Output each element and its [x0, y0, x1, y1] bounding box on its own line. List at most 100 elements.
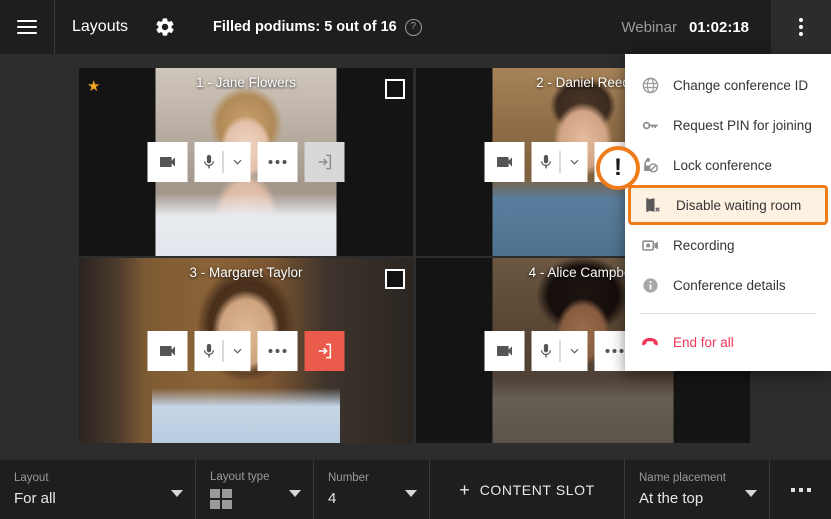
menu-item-conference-details[interactable]: Conference details — [625, 265, 831, 305]
lock-off-icon — [639, 154, 661, 176]
layout-select[interactable]: Layout For all — [0, 460, 196, 519]
microphone-toggle-button[interactable] — [195, 331, 223, 371]
microphone-icon — [203, 154, 214, 169]
menu-item-label: Recording — [673, 237, 735, 253]
layout-type-select[interactable]: Layout type — [196, 460, 314, 519]
camera-toggle-button[interactable] — [147, 330, 188, 371]
globe-icon — [639, 74, 661, 96]
participant-tile[interactable]: ★ 1 - Jane Flowers — [79, 68, 413, 256]
menu-item-label: Change conference ID — [673, 77, 809, 93]
chevron-down-icon — [570, 348, 578, 354]
microphone-control[interactable] — [531, 330, 588, 371]
video-camera-icon — [160, 345, 175, 356]
record-camera-icon — [639, 234, 661, 256]
key-icon — [639, 114, 661, 136]
menu-item-disable-waiting-room[interactable]: Disable waiting room — [628, 185, 828, 225]
star-icon[interactable]: ★ — [87, 79, 100, 94]
microphone-dropdown-button[interactable] — [224, 142, 251, 182]
microphone-control[interactable] — [194, 330, 251, 371]
conference-layouts-screen: Layouts Filled podiums: 5 out of 16 ? We… — [0, 0, 831, 519]
microphone-toggle-button[interactable] — [195, 142, 223, 182]
microphone-icon — [540, 343, 551, 357]
conference-mode-label: Webinar — [621, 18, 677, 36]
more-vertical-icon — [799, 15, 803, 39]
menu-item-label: End for all — [673, 334, 734, 350]
participant-more-button[interactable] — [257, 142, 298, 182]
exit-icon — [318, 343, 332, 358]
microphone-dropdown-button[interactable] — [561, 331, 588, 371]
phone-hangup-icon — [639, 331, 661, 353]
chevron-down-icon — [745, 489, 757, 497]
menu-item-request-pin[interactable]: Request PIN for joining — [625, 105, 831, 145]
participant-more-button[interactable] — [257, 330, 298, 371]
conference-options-button[interactable] — [771, 0, 831, 54]
filled-podiums-status: Filled podiums: 5 out of 16 — [213, 19, 397, 35]
help-icon[interactable]: ? — [404, 18, 422, 36]
menu-item-lock-conference[interactable]: Lock conference — [625, 145, 831, 185]
bottom-more-button[interactable] — [770, 460, 831, 519]
conference-timer: 01:02:18 — [688, 18, 749, 36]
name-placement-value: At the top — [639, 490, 704, 507]
menu-item-recording[interactable]: Recording — [625, 225, 831, 265]
chevron-down-icon — [570, 159, 578, 165]
exit-icon — [318, 154, 332, 170]
settings-button[interactable] — [148, 10, 182, 44]
microphone-dropdown-button[interactable] — [561, 142, 588, 182]
participant-controls — [147, 142, 345, 182]
participant-select-checkbox[interactable] — [385, 269, 405, 289]
more-horizontal-icon — [790, 487, 811, 492]
camera-toggle-button[interactable] — [484, 142, 525, 182]
microphone-control[interactable] — [531, 142, 588, 182]
menu-item-change-conference-id[interactable]: Change conference ID — [625, 65, 831, 105]
chevron-down-icon — [405, 489, 417, 497]
hamburger-icon — [17, 16, 37, 38]
menu-item-end-for-all[interactable]: End for all — [625, 322, 831, 362]
microphone-icon — [540, 154, 551, 169]
video-camera-icon — [497, 345, 512, 356]
number-select-label: Number — [328, 472, 369, 484]
video-camera-icon — [497, 157, 512, 167]
content-slot-label: CONTENT SLOT — [479, 481, 595, 498]
microphone-dropdown-button[interactable] — [224, 331, 251, 371]
more-horizontal-icon — [605, 348, 624, 353]
microphone-toggle-button[interactable] — [532, 331, 560, 371]
video-camera-icon — [160, 157, 175, 167]
menu-item-label: Disable waiting room — [676, 197, 802, 213]
participant-exit-button[interactable] — [304, 142, 345, 182]
top-bar: Layouts Filled podiums: 5 out of 16 ? We… — [0, 0, 831, 54]
participant-tile[interactable]: 3 - Margaret Taylor — [79, 258, 413, 443]
bottom-toolbar: Layout For all Layout type Number 4 + CO… — [0, 460, 831, 519]
more-horizontal-icon — [268, 160, 287, 164]
name-placement-label: Name placement — [639, 472, 726, 484]
number-select-value: 4 — [328, 490, 337, 507]
chevron-down-icon — [289, 489, 301, 497]
microphone-toggle-button[interactable] — [532, 142, 560, 182]
microphone-control[interactable] — [194, 142, 251, 182]
plus-icon: + — [459, 479, 470, 500]
menu-item-label: Conference details — [673, 277, 786, 293]
menu-item-label: Request PIN for joining — [673, 117, 812, 133]
conference-options-menu: Change conference ID Request PIN for joi… — [625, 54, 831, 371]
attention-callout-icon: ! — [596, 146, 640, 190]
chevron-down-icon — [233, 159, 241, 165]
name-placement-select[interactable]: Name placement At the top — [625, 460, 770, 519]
participant-select-checkbox[interactable] — [385, 79, 405, 99]
add-content-slot-button[interactable]: + CONTENT SLOT — [430, 460, 625, 519]
camera-toggle-button[interactable] — [147, 142, 188, 182]
chevron-down-icon — [233, 348, 241, 354]
participant-controls — [147, 330, 345, 371]
participant-exit-button[interactable] — [304, 330, 345, 371]
layouts-title: Layouts — [72, 18, 129, 35]
layout-select-label: Layout — [14, 472, 49, 484]
hamburger-menu-button[interactable] — [0, 0, 54, 54]
number-select[interactable]: Number 4 — [314, 460, 430, 519]
layout-select-value: For all — [14, 490, 56, 507]
layout-type-label: Layout type — [210, 470, 270, 483]
chevron-down-icon — [171, 489, 183, 497]
waiting-room-off-icon — [642, 194, 664, 216]
menu-item-label: Lock conference — [673, 157, 773, 173]
microphone-icon — [203, 343, 214, 357]
gear-icon — [156, 18, 174, 36]
camera-toggle-button[interactable] — [484, 330, 525, 371]
menu-divider — [639, 313, 817, 314]
